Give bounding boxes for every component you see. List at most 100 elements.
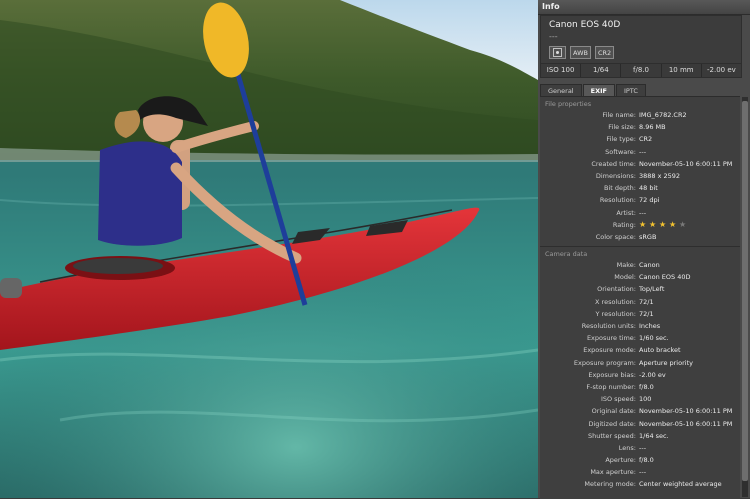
property-label: Max aperture: <box>590 468 636 477</box>
property-label: Resolution units: <box>581 322 636 330</box>
rating-row: Rating: ★ ★ ★ ★ ★ <box>540 219 740 231</box>
property-label: Metering mode: <box>584 480 636 489</box>
property-row: Resolution units: Inches <box>540 320 740 332</box>
property-label: Exposure time: <box>586 334 636 343</box>
property-value: Top/Left <box>639 285 665 294</box>
property-label: Y resolution: <box>595 309 637 318</box>
property-value: --- <box>639 468 647 477</box>
exposure-bias-value: -2.00 ev <box>707 66 736 74</box>
property-value: 72/1 <box>639 309 654 318</box>
property-label: Exposure bias: <box>588 370 636 379</box>
tab-general[interactable]: General <box>540 84 582 96</box>
panel-title: Info <box>538 0 750 15</box>
property-value: 3888 x 2592 <box>639 171 681 180</box>
camera-subtitle: --- <box>549 32 558 41</box>
property-label: Model: <box>614 273 636 282</box>
kayak-photo <box>0 0 538 498</box>
star-icon[interactable]: ★ <box>679 220 687 229</box>
color-space-value: sRGB <box>639 232 657 241</box>
section-file-properties: File properties <box>545 100 592 108</box>
property-value: November-05-10 6:00:11 PM <box>639 407 733 416</box>
property-label: Software: <box>605 147 636 156</box>
property-label: Lens: <box>618 443 636 452</box>
photo-preview <box>0 0 538 498</box>
property-value: Canon EOS 40D <box>639 273 691 282</box>
section-divider <box>540 246 740 248</box>
property-row: Max aperture: --- <box>540 466 740 478</box>
property-label: File name: <box>602 111 636 119</box>
metering-icon <box>549 46 566 59</box>
property-label: Shutter speed: <box>587 431 636 440</box>
property-value: 8.96 MB <box>639 123 666 132</box>
info-tabs: General EXIF IPTC <box>540 84 740 96</box>
tab-exif[interactable]: EXIF <box>582 84 615 96</box>
color-space-label: Color space: <box>595 232 636 241</box>
property-row: File type: CR2 <box>540 133 740 145</box>
property-row: Exposure mode: Auto bracket <box>540 344 740 356</box>
property-value: CR2 <box>639 135 653 144</box>
property-row: Exposure bias: -2.00 ev <box>540 369 740 381</box>
property-row: Metering mode: Center weighted average <box>540 478 740 490</box>
property-value: 72/1 <box>639 297 654 306</box>
property-label: Aperture: <box>605 456 636 465</box>
property-value: Canon <box>639 261 660 270</box>
property-value: November-05-10 6:00:11 PM <box>639 419 733 428</box>
property-value: November-05-10 6:00:11 PM <box>639 159 733 168</box>
property-value: --- <box>639 443 647 452</box>
property-row: Created time: November-05-10 6:00:11 PM <box>540 158 740 170</box>
focal-length-value: 10 mm <box>662 64 702 77</box>
property-label: Original date: <box>591 407 636 416</box>
property-value: f/8.0 <box>639 382 654 391</box>
property-row: Software: --- <box>540 146 740 158</box>
property-row: Make: Canon <box>540 259 740 271</box>
star-icon[interactable]: ★ <box>659 220 667 229</box>
property-row: ISO speed: 100 <box>540 393 740 405</box>
property-row: File size: 8.96 MB <box>540 121 740 133</box>
file-type-badge: CR2 <box>594 46 615 59</box>
property-row: Y resolution: 72/1 <box>540 308 740 320</box>
camera-header: Canon EOS 40D --- AWB CR2 <box>540 15 742 64</box>
property-row: Resolution: 72 dpi <box>540 194 740 206</box>
property-label: Make: <box>616 261 636 270</box>
camera-data-list: Make: Canon Model: Canon EOS 40D Orientation… <box>540 259 740 491</box>
property-row: Original date: November-05-10 6:00:11 PM <box>540 405 740 417</box>
property-row: Orientation: Top/Left <box>540 283 740 295</box>
shutter-value: 1/64 <box>581 64 622 77</box>
property-label: Exposure mode: <box>583 346 636 355</box>
property-row: Dimensions: 3888 x 2592 <box>540 170 740 182</box>
property-value: --- <box>639 208 647 217</box>
star-icon[interactable]: ★ <box>669 220 677 229</box>
star-icon[interactable]: ★ <box>639 220 647 229</box>
property-label: Exposure program: <box>573 358 636 367</box>
property-row: File name: IMG_6782.CR2 <box>540 109 740 121</box>
white-balance-badge: AWB <box>570 46 591 59</box>
property-row: Exposure program: Aperture priority <box>540 357 740 369</box>
iso-value: ISO 100 <box>541 64 582 77</box>
property-value: 100 <box>639 395 652 404</box>
property-value: 48 bit <box>639 184 658 193</box>
property-row: Lens: --- <box>540 442 740 454</box>
property-row: X resolution: 72/1 <box>540 296 740 308</box>
star-icon[interactable]: ★ <box>649 220 657 229</box>
property-row: Model: Canon EOS 40D <box>540 271 740 283</box>
aperture-value: f/8.0 <box>621 64 662 77</box>
property-row: Shutter speed: 1/64 sec. <box>540 430 740 442</box>
property-label: File size: <box>608 123 636 132</box>
exif-content: File properties File name: IMG_6782.CR2 Fi… <box>540 96 740 499</box>
file-properties-list: File name: IMG_6782.CR2 File size: 8.96 MB F… <box>540 109 740 219</box>
property-label: X resolution: <box>595 297 636 306</box>
scrollbar[interactable] <box>742 97 748 497</box>
property-row: Artist: --- <box>540 207 740 219</box>
scrollbar-thumb[interactable] <box>742 101 748 481</box>
property-value: 1/60 sec. <box>639 334 669 343</box>
color-space-row: Color space: sRGB <box>540 231 740 243</box>
section-camera-data: Camera data <box>545 250 588 259</box>
rating-stars[interactable]: ★ ★ ★ ★ ★ <box>639 220 687 229</box>
exposure-summary: ISO 100 1/64 f/8.0 10 mm -2.00 ev <box>540 63 742 78</box>
property-label: Resolution: <box>599 196 636 205</box>
property-row: Aperture: f/8.0 <box>540 454 740 466</box>
property-value: 72 dpi <box>639 196 660 205</box>
property-label: Digitized date: <box>588 419 636 428</box>
tab-iptc[interactable]: IPTC <box>615 84 646 96</box>
info-panel: Info Canon EOS 40D --- AWB CR2 ISO 100 1… <box>538 0 750 499</box>
